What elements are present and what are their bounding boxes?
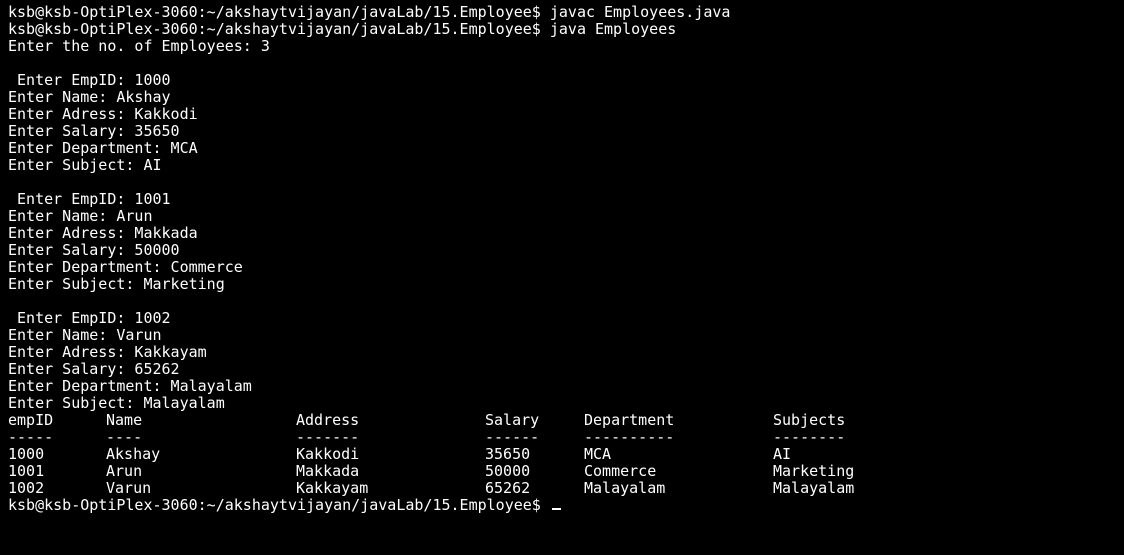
output-line: Enter EmpID: 1001 [8,190,171,208]
output-line: Enter Subject: Malayalam [8,394,225,412]
terminal-output: ksb@ksb-OptiPlex-3060:~/akshaytvijayan/j… [8,4,1124,412]
table-cell: 1000 [8,445,45,463]
table-separator-row: ----- ---- ------- ------ ---------- ---… [8,429,1124,446]
table-header-cell: Department [584,411,675,429]
table-cell: 65262 [485,479,531,497]
table-cell: Malayalam [584,479,666,497]
output-line: Enter Name: Akshay [8,88,171,106]
table-cell: Kakkodi [296,445,360,463]
table-cell: Makkada [296,462,360,480]
shell-prompt: ksb@ksb-OptiPlex-3060:~/akshaytvijayan/j… [8,496,550,514]
table-separator: -------- [773,428,846,446]
table-cell: 1002 [8,479,45,497]
table-separator: ----- [8,428,54,446]
table-cell: Commerce [584,462,657,480]
output-line: Enter Salary: 50000 [8,241,180,259]
output-line: Enter the no. of Employees: 3 [8,37,270,55]
table-header-row: empID Name Address Salary Department Sub… [8,412,1124,429]
table-cell: Varun [106,479,152,497]
table-cell: Kakkayam [296,479,369,497]
output-line: ksb@ksb-OptiPlex-3060:~/akshaytvijayan/j… [8,20,677,38]
table-header-cell: Address [296,411,360,429]
output-line: Enter Salary: 35650 [8,122,180,140]
output-line: Enter EmpID: 1002 [8,309,171,327]
terminal-window[interactable]: ksb@ksb-OptiPlex-3060:~/akshaytvijayan/j… [0,0,1124,551]
output-line: Enter Department: MCA [8,139,198,157]
output-line: Enter Salary: 65262 [8,360,180,378]
output-line: Enter Subject: AI [8,156,162,174]
table-cell: AI [773,445,792,463]
table-row: 1000 Akshay Kakkodi 35650 MCA AI [8,446,1124,463]
output-line: Enter Adress: Makkada [8,224,198,242]
table-separator: ------ [485,428,540,446]
output-line: Enter Name: Arun [8,207,153,225]
table-row: 1002 Varun Kakkayam 65262 Malayalam Mala… [8,480,1124,497]
table-cell: Akshay [106,445,161,463]
output-line: Enter Adress: Kakkodi [8,105,198,123]
output-line: Enter EmpID: 1000 [8,71,171,89]
output-line: Enter Department: Malayalam [8,377,252,395]
table-cell: 35650 [485,445,531,463]
output-line: Enter Adress: Kakkayam [8,343,207,361]
table-header-cell: Salary [485,411,540,429]
table-header-cell: Name [106,411,143,429]
table-cell: Malayalam [773,479,855,497]
table-header-cell: Subjects [773,411,846,429]
text-cursor [551,508,561,510]
table-cell: Arun [106,462,143,480]
table-row: 1001 Arun Makkada 50000 Commerce Marketi… [8,463,1124,480]
prompt-line[interactable]: ksb@ksb-OptiPlex-3060:~/akshaytvijayan/j… [8,497,1124,514]
output-line: ksb@ksb-OptiPlex-3060:~/akshaytvijayan/j… [8,3,731,21]
output-line: Enter Department: Commerce [8,258,243,276]
table-separator: ---- [106,428,143,446]
table-cell: 1001 [8,462,45,480]
table-separator: ---------- [584,428,675,446]
table-header-cell: empID [8,411,54,429]
output-line: Enter Name: Varun [8,326,162,344]
table-separator: ------- [296,428,360,446]
table-cell: Marketing [773,462,855,480]
table-cell: 50000 [485,462,531,480]
table-cell: MCA [584,445,612,463]
output-line: Enter Subject: Marketing [8,275,225,293]
